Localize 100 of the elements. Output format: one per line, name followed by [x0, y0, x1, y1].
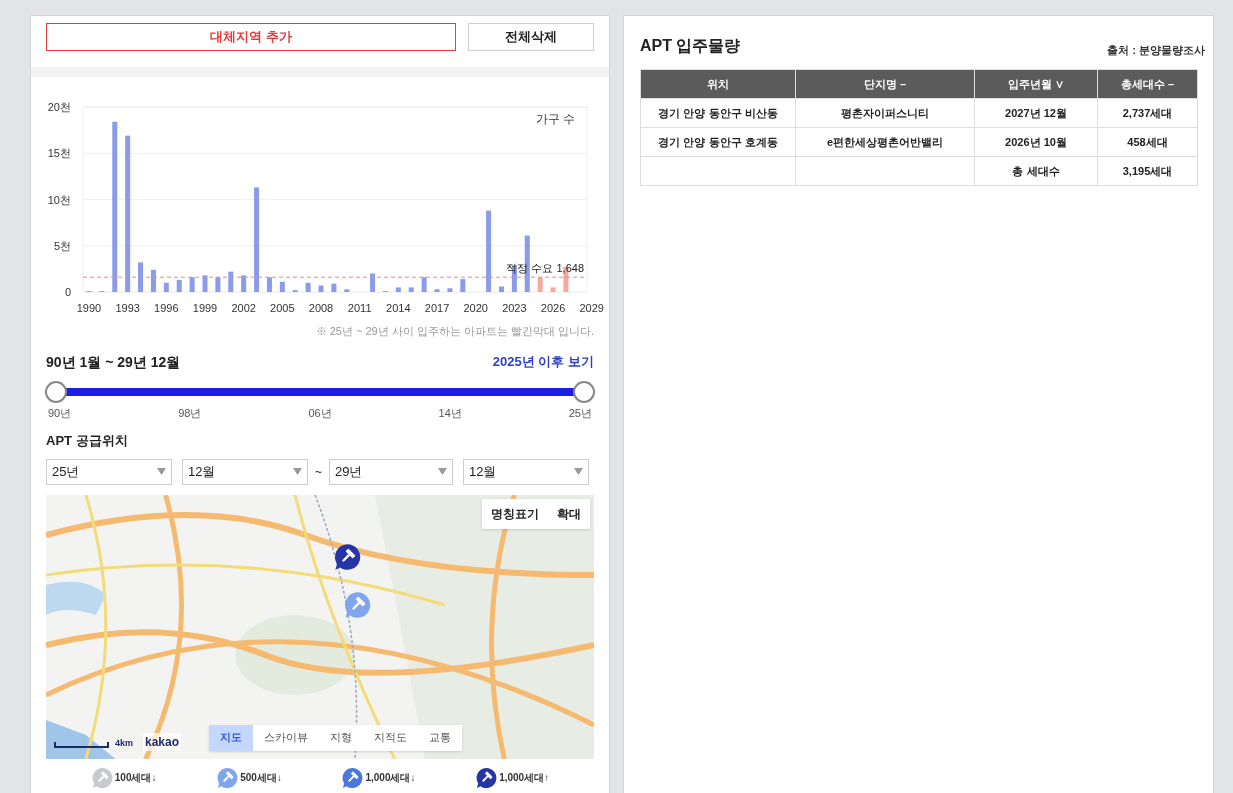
x-tick-label: 2002 [231, 302, 256, 314]
table-cell: 경기 안양 동안구 비산동 [640, 98, 796, 128]
bar [537, 277, 543, 292]
panel-title: APT 입주물량 [640, 36, 741, 56]
table-cell: 2027년 12월 [974, 98, 1098, 128]
add-region-button[interactable]: 대체지역 추가 [46, 23, 457, 51]
view-after-link[interactable]: 2025년 이후 보기 [492, 352, 594, 372]
bar [228, 271, 234, 292]
bar [550, 287, 556, 292]
x-tick-label: 2008 [308, 302, 334, 314]
table-cell: 경기 안양 동안구 호계동 [640, 127, 796, 157]
bar [499, 286, 504, 292]
bar [318, 285, 324, 292]
table-cell: 2026년 10월 [974, 127, 1098, 157]
x-tick-label: 1996 [154, 302, 179, 314]
labels-toggle-button[interactable]: 명칭표기 [482, 498, 548, 529]
select-field[interactable]: 29년 [329, 458, 453, 485]
y-tick-label: 20천 [47, 101, 71, 113]
map-pin-icon [216, 766, 239, 789]
map-pin-icon [333, 542, 361, 571]
total-value: 3,195세대 [1097, 156, 1198, 186]
bar [434, 289, 440, 292]
source-label: 출처 : 분양물량조사 [1107, 42, 1205, 58]
map-pin-icon [90, 766, 113, 789]
x-tick-label: 2005 [270, 302, 295, 314]
chart-note: ※ 25년 ~ 29년 사이 입주하는 아파트는 빨간막대 입니다. [314, 324, 595, 339]
bar [370, 273, 376, 292]
bar [421, 277, 427, 292]
bar [241, 275, 247, 292]
legend-label: 1,000세대↑ [499, 771, 550, 785]
x-tick-label: 2014 [386, 302, 411, 314]
slider-tick-label: 06년 [308, 405, 332, 421]
map-type-tab[interactable]: 지적도 [363, 724, 418, 751]
map-pin-icon [341, 766, 364, 789]
table-cell: 2,737세대 [1097, 98, 1198, 128]
legend-label: 500세대↓ [240, 771, 282, 785]
y-tick-label: 15천 [47, 147, 71, 160]
bar [138, 262, 144, 292]
y-tick-label: 5천 [53, 239, 71, 252]
scale-bar [54, 741, 109, 748]
x-tick-label: 1999 [192, 302, 218, 314]
legend-label: 1,000세대↓ [365, 771, 416, 785]
x-tick-label: 2017 [424, 302, 450, 314]
table-cell: e편한세상평촌어반밸리 [795, 127, 975, 157]
map-type-tab[interactable]: 지도 [209, 724, 253, 751]
range-separator: ~ [315, 463, 322, 481]
slider-tick-label: 25년 [568, 405, 592, 421]
bar [176, 280, 182, 292]
select-field[interactable]: 12월 [463, 458, 589, 485]
bar [344, 289, 350, 292]
x-tick-label: 2026 [540, 302, 566, 314]
bar [279, 281, 285, 292]
demand-label: 적정 수요 1,648 [506, 262, 584, 275]
range-thumb[interactable] [45, 380, 67, 403]
x-tick-label: 2023 [502, 302, 527, 314]
bar [202, 275, 208, 292]
dropdown-caret-icon [438, 468, 447, 475]
select-field[interactable]: 12월 [182, 458, 308, 485]
x-tick-label: 1990 [76, 302, 102, 314]
bar [395, 287, 401, 292]
x-tick-label: 2029 [579, 302, 604, 314]
x-tick-label: 1993 [115, 302, 140, 314]
bar [266, 277, 272, 292]
legend-label: 100세대↓ [114, 771, 157, 785]
bar [150, 269, 156, 292]
axis-title: 가구 수 [535, 112, 575, 126]
bar [305, 282, 311, 292]
column-header[interactable]: 위치 [640, 69, 796, 99]
bar [163, 282, 169, 292]
bar [189, 277, 195, 292]
bar [447, 288, 453, 292]
slider-tick-label: 14년 [438, 405, 462, 421]
slider-tick-label: 98년 [178, 405, 202, 421]
map-type-tab[interactable]: 스카이뷰 [253, 724, 319, 751]
bar [408, 287, 414, 292]
column-header[interactable]: 총세대수 – [1097, 69, 1198, 99]
range-thumb[interactable] [573, 380, 595, 403]
zoom-button[interactable]: 확대 [548, 498, 590, 529]
select-field[interactable]: 25년 [46, 458, 172, 485]
map-pin-icon [343, 590, 371, 619]
x-tick-label: 2020 [463, 302, 488, 314]
column-header[interactable]: 입주년월 ∨ [974, 69, 1098, 99]
table-cell: 458세대 [1097, 127, 1198, 157]
period-label: 90년 1월 ~ 29년 12월 [46, 352, 181, 372]
total-label: 총 세대수 [974, 156, 1098, 186]
dropdown-caret-icon [574, 468, 583, 475]
y-tick-label: 10천 [47, 193, 71, 206]
y-tick-label: 0 [64, 286, 71, 298]
scale-label: 4km [115, 737, 133, 750]
bar [331, 283, 337, 292]
dropdown-caret-icon [293, 468, 302, 475]
section-title: APT 공급위치 [45, 432, 129, 450]
map-pin-icon [475, 766, 498, 789]
x-tick-label: 2011 [347, 302, 372, 314]
column-header[interactable]: 단지명 – [795, 69, 975, 99]
map-type-tab[interactable]: 교통 [418, 724, 462, 751]
table-cell: 평촌자이퍼스니티 [795, 98, 975, 128]
delete-all-button[interactable]: 전체삭제 [468, 23, 594, 51]
map-type-tab[interactable]: 지형 [319, 724, 363, 751]
bar [460, 279, 466, 292]
